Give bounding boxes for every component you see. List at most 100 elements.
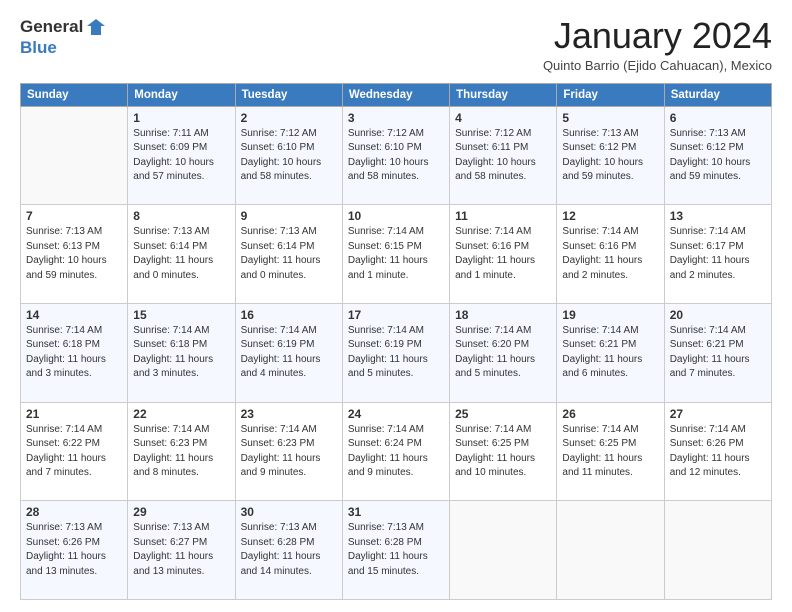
calendar-cell: 6 Sunrise: 7:13 AMSunset: 6:12 PMDayligh… — [664, 106, 771, 205]
day-number: 6 — [670, 111, 766, 125]
calendar-week-3: 14 Sunrise: 7:14 AMSunset: 6:18 PMDaylig… — [21, 303, 772, 402]
calendar-cell: 8 Sunrise: 7:13 AMSunset: 6:14 PMDayligh… — [128, 205, 235, 304]
calendar-cell: 20 Sunrise: 7:14 AMSunset: 6:21 PMDaylig… — [664, 303, 771, 402]
location: Quinto Barrio (Ejido Cahuacan), Mexico — [543, 58, 772, 73]
day-info: Sunrise: 7:14 AMSunset: 6:20 PMDaylight:… — [455, 325, 535, 380]
day-info: Sunrise: 7:13 AMSunset: 6:26 PMDaylight:… — [26, 522, 106, 577]
calendar-week-1: 1 Sunrise: 7:11 AMSunset: 6:09 PMDayligh… — [21, 106, 772, 205]
calendar-table: Sunday Monday Tuesday Wednesday Thursday… — [20, 83, 772, 600]
title-block: January 2024 Quinto Barrio (Ejido Cahuac… — [543, 16, 772, 73]
day-number: 30 — [241, 505, 337, 519]
day-number: 23 — [241, 407, 337, 421]
day-info: Sunrise: 7:14 AMSunset: 6:18 PMDaylight:… — [26, 325, 106, 380]
calendar-cell: 23 Sunrise: 7:14 AMSunset: 6:23 PMDaylig… — [235, 402, 342, 501]
day-info: Sunrise: 7:12 AMSunset: 6:10 PMDaylight:… — [348, 128, 429, 183]
day-number: 4 — [455, 111, 551, 125]
calendar-cell: 1 Sunrise: 7:11 AMSunset: 6:09 PMDayligh… — [128, 106, 235, 205]
logo-blue-text: Blue — [20, 38, 57, 57]
header-sunday: Sunday — [21, 83, 128, 106]
calendar-cell: 4 Sunrise: 7:12 AMSunset: 6:11 PMDayligh… — [450, 106, 557, 205]
day-number: 9 — [241, 209, 337, 223]
header-monday: Monday — [128, 83, 235, 106]
header-thursday: Thursday — [450, 83, 557, 106]
calendar-cell: 24 Sunrise: 7:14 AMSunset: 6:24 PMDaylig… — [342, 402, 449, 501]
calendar-cell: 3 Sunrise: 7:12 AMSunset: 6:10 PMDayligh… — [342, 106, 449, 205]
day-info: Sunrise: 7:14 AMSunset: 6:25 PMDaylight:… — [562, 424, 642, 479]
header-saturday: Saturday — [664, 83, 771, 106]
calendar-cell: 10 Sunrise: 7:14 AMSunset: 6:15 PMDaylig… — [342, 205, 449, 304]
day-number: 2 — [241, 111, 337, 125]
day-info: Sunrise: 7:14 AMSunset: 6:26 PMDaylight:… — [670, 424, 750, 479]
day-info: Sunrise: 7:12 AMSunset: 6:10 PMDaylight:… — [241, 128, 322, 183]
calendar-week-4: 21 Sunrise: 7:14 AMSunset: 6:22 PMDaylig… — [21, 402, 772, 501]
day-info: Sunrise: 7:13 AMSunset: 6:12 PMDaylight:… — [562, 128, 643, 183]
calendar-cell: 17 Sunrise: 7:14 AMSunset: 6:19 PMDaylig… — [342, 303, 449, 402]
day-info: Sunrise: 7:13 AMSunset: 6:28 PMDaylight:… — [348, 522, 428, 577]
day-number: 28 — [26, 505, 122, 519]
day-number: 14 — [26, 308, 122, 322]
day-number: 25 — [455, 407, 551, 421]
day-info: Sunrise: 7:14 AMSunset: 6:17 PMDaylight:… — [670, 226, 750, 281]
calendar-cell — [21, 106, 128, 205]
day-info: Sunrise: 7:14 AMSunset: 6:25 PMDaylight:… — [455, 424, 535, 479]
header-friday: Friday — [557, 83, 664, 106]
day-number: 12 — [562, 209, 658, 223]
day-info: Sunrise: 7:13 AMSunset: 6:28 PMDaylight:… — [241, 522, 321, 577]
day-info: Sunrise: 7:14 AMSunset: 6:15 PMDaylight:… — [348, 226, 428, 281]
calendar-cell: 25 Sunrise: 7:14 AMSunset: 6:25 PMDaylig… — [450, 402, 557, 501]
day-number: 21 — [26, 407, 122, 421]
day-info: Sunrise: 7:14 AMSunset: 6:24 PMDaylight:… — [348, 424, 428, 479]
day-info: Sunrise: 7:14 AMSunset: 6:23 PMDaylight:… — [241, 424, 321, 479]
calendar-cell: 30 Sunrise: 7:13 AMSunset: 6:28 PMDaylig… — [235, 501, 342, 600]
day-number: 8 — [133, 209, 229, 223]
day-info: Sunrise: 7:14 AMSunset: 6:21 PMDaylight:… — [562, 325, 642, 380]
calendar-cell: 2 Sunrise: 7:12 AMSunset: 6:10 PMDayligh… — [235, 106, 342, 205]
day-number: 31 — [348, 505, 444, 519]
day-number: 20 — [670, 308, 766, 322]
header: General Blue January 2024 Quinto Barrio … — [20, 16, 772, 73]
day-number: 10 — [348, 209, 444, 223]
calendar-cell: 21 Sunrise: 7:14 AMSunset: 6:22 PMDaylig… — [21, 402, 128, 501]
day-number: 5 — [562, 111, 658, 125]
calendar-cell: 9 Sunrise: 7:13 AMSunset: 6:14 PMDayligh… — [235, 205, 342, 304]
day-info: Sunrise: 7:13 AMSunset: 6:14 PMDaylight:… — [241, 226, 321, 281]
day-info: Sunrise: 7:14 AMSunset: 6:19 PMDaylight:… — [348, 325, 428, 380]
day-info: Sunrise: 7:14 AMSunset: 6:19 PMDaylight:… — [241, 325, 321, 380]
day-number: 1 — [133, 111, 229, 125]
calendar-cell: 28 Sunrise: 7:13 AMSunset: 6:26 PMDaylig… — [21, 501, 128, 600]
calendar-week-5: 28 Sunrise: 7:13 AMSunset: 6:26 PMDaylig… — [21, 501, 772, 600]
day-number: 29 — [133, 505, 229, 519]
day-number: 17 — [348, 308, 444, 322]
header-wednesday: Wednesday — [342, 83, 449, 106]
calendar-cell: 14 Sunrise: 7:14 AMSunset: 6:18 PMDaylig… — [21, 303, 128, 402]
day-number: 22 — [133, 407, 229, 421]
day-number: 11 — [455, 209, 551, 223]
calendar-cell: 7 Sunrise: 7:13 AMSunset: 6:13 PMDayligh… — [21, 205, 128, 304]
calendar-cell: 27 Sunrise: 7:14 AMSunset: 6:26 PMDaylig… — [664, 402, 771, 501]
day-info: Sunrise: 7:14 AMSunset: 6:16 PMDaylight:… — [455, 226, 535, 281]
calendar-cell: 18 Sunrise: 7:14 AMSunset: 6:20 PMDaylig… — [450, 303, 557, 402]
day-number: 26 — [562, 407, 658, 421]
logo-general-text: General — [20, 17, 83, 37]
calendar-cell: 26 Sunrise: 7:14 AMSunset: 6:25 PMDaylig… — [557, 402, 664, 501]
calendar-header-row: Sunday Monday Tuesday Wednesday Thursday… — [21, 83, 772, 106]
header-tuesday: Tuesday — [235, 83, 342, 106]
day-number: 13 — [670, 209, 766, 223]
month-title: January 2024 — [543, 16, 772, 56]
calendar-cell: 31 Sunrise: 7:13 AMSunset: 6:28 PMDaylig… — [342, 501, 449, 600]
day-info: Sunrise: 7:13 AMSunset: 6:12 PMDaylight:… — [670, 128, 751, 183]
day-info: Sunrise: 7:13 AMSunset: 6:27 PMDaylight:… — [133, 522, 213, 577]
calendar-cell: 29 Sunrise: 7:13 AMSunset: 6:27 PMDaylig… — [128, 501, 235, 600]
calendar-cell: 13 Sunrise: 7:14 AMSunset: 6:17 PMDaylig… — [664, 205, 771, 304]
calendar-cell: 5 Sunrise: 7:13 AMSunset: 6:12 PMDayligh… — [557, 106, 664, 205]
logo-icon — [85, 16, 107, 38]
day-info: Sunrise: 7:14 AMSunset: 6:21 PMDaylight:… — [670, 325, 750, 380]
calendar-cell — [450, 501, 557, 600]
day-number: 15 — [133, 308, 229, 322]
day-number: 24 — [348, 407, 444, 421]
day-number: 3 — [348, 111, 444, 125]
day-number: 18 — [455, 308, 551, 322]
calendar-cell: 11 Sunrise: 7:14 AMSunset: 6:16 PMDaylig… — [450, 205, 557, 304]
day-info: Sunrise: 7:12 AMSunset: 6:11 PMDaylight:… — [455, 128, 536, 183]
calendar-cell — [664, 501, 771, 600]
